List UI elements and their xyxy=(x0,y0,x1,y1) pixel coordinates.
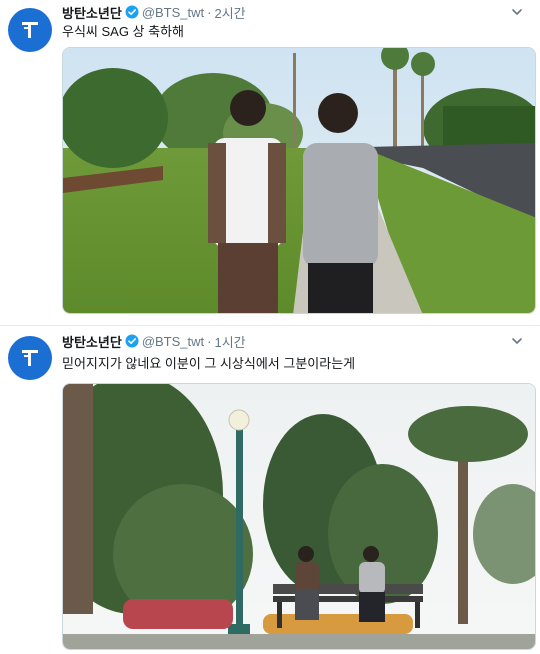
tweet[interactable]: 방탄소년단 @BTS_twt · 1시간 믿어지지가 않네요 이분이 그 시상식… xyxy=(0,325,540,654)
chevron-down-icon[interactable] xyxy=(508,3,526,21)
tweet-header: 방탄소년단 @BTS_twt · 1시간 xyxy=(62,332,530,350)
avatar[interactable] xyxy=(8,8,52,52)
photo-park-bench xyxy=(63,384,535,649)
tweet-timestamp[interactable]: 2시간 xyxy=(214,3,245,22)
tweet[interactable]: 방탄소년단 @BTS_twt · 2시간 우식씨 SAG 상 축하해 xyxy=(0,0,540,325)
tweet-feed: 방탄소년단 @BTS_twt · 2시간 우식씨 SAG 상 축하해 방탄소년단… xyxy=(0,0,540,654)
tweet-photo[interactable] xyxy=(62,383,536,650)
tweet-text: 우식씨 SAG 상 축하해 xyxy=(62,24,185,39)
verified-badge-icon xyxy=(125,5,139,19)
tweet-header: 방탄소년단 @BTS_twt · 2시간 xyxy=(62,3,530,21)
tweet-photo[interactable] xyxy=(62,47,536,314)
author-name[interactable]: 방탄소년단 xyxy=(62,332,122,351)
separator-dot: · xyxy=(207,4,212,20)
author-handle[interactable]: @BTS_twt xyxy=(142,334,204,349)
chevron-down-icon[interactable] xyxy=(508,332,526,350)
author-name[interactable]: 방탄소년단 xyxy=(62,3,122,22)
tweet-timestamp[interactable]: 1시간 xyxy=(214,332,245,351)
photo-street-walk xyxy=(63,48,535,313)
tweet-text: 믿어지지가 않네요 이분이 그 시상식에서 그분이라는게 xyxy=(62,356,356,371)
bts-logo-icon xyxy=(22,22,38,38)
avatar[interactable] xyxy=(8,336,52,380)
author-handle[interactable]: @BTS_twt xyxy=(142,5,204,20)
separator-dot: · xyxy=(207,333,212,349)
verified-badge-icon xyxy=(125,334,139,348)
bts-logo-icon xyxy=(22,350,38,366)
